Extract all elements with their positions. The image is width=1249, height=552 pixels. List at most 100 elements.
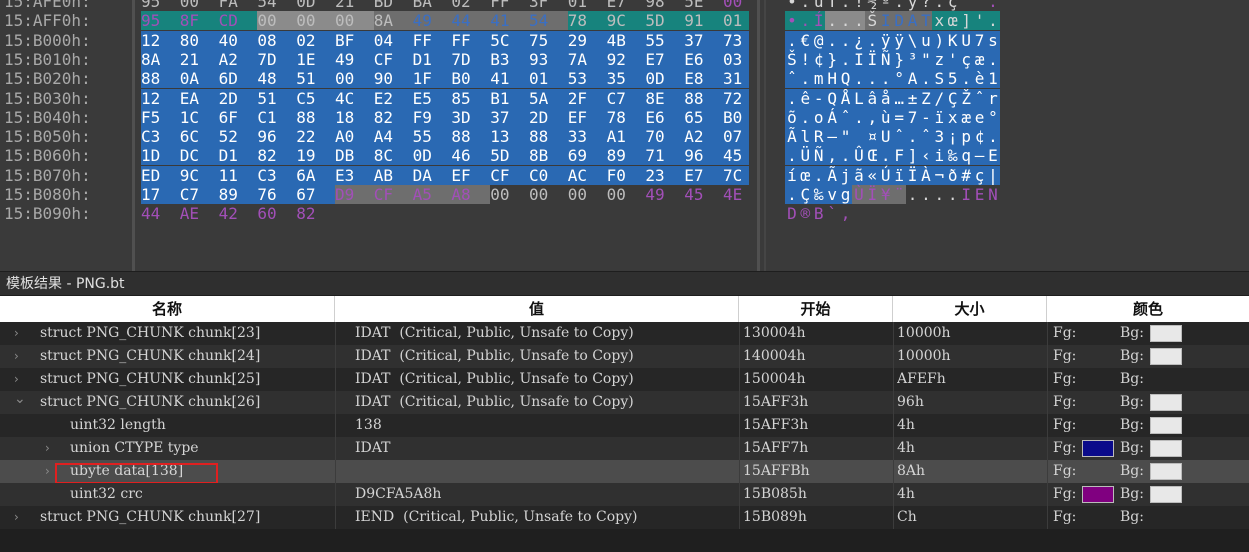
hex-byte[interactable]: 82 (257, 146, 297, 166)
hex-byte[interactable]: 17 (141, 185, 180, 204)
ascii-char[interactable]: Ï (865, 185, 880, 204)
ascii-char[interactable]: Š (865, 11, 880, 31)
hex-byte[interactable]: 90 (373, 69, 413, 89)
hex-byte[interactable]: 1D (141, 146, 180, 166)
hex-byte[interactable]: 8F (179, 11, 219, 31)
ascii-char[interactable]: . (785, 146, 799, 166)
ascii-char[interactable]: ç (972, 165, 987, 185)
hex-byte[interactable]: 3F (529, 0, 568, 11)
ascii-char[interactable]: - (811, 88, 826, 108)
ascii-char[interactable]: x (932, 11, 947, 31)
hex-byte[interactable]: 70 (645, 127, 685, 147)
hex-byte[interactable]: 1F (412, 69, 452, 89)
ascii-char[interactable]: ˜ (959, 0, 973, 11)
ascii-char[interactable]: « (865, 165, 880, 185)
hex-byte[interactable]: F5 (141, 107, 180, 127)
hex-byte[interactable]: 73 (723, 30, 749, 50)
ascii-char[interactable]: ° (986, 107, 1000, 127)
ascii-char[interactable]: ˆ (972, 88, 987, 108)
ascii-char[interactable]: Ú (878, 165, 893, 185)
ascii-char[interactable]: u (919, 30, 933, 50)
hex-byte[interactable]: 0D (296, 0, 335, 11)
ascii-char[interactable]: ê (798, 88, 813, 108)
ascii-char[interactable]: # (959, 165, 974, 185)
ascii-char[interactable]: ¤ (865, 127, 880, 147)
ascii-char[interactable]: ‹ (919, 146, 933, 166)
hex-byte[interactable]: 2D (218, 88, 258, 108)
hex-row[interactable]: 15:B000h: 12 80 40 08 02 BF 04 FF FF 5C 75 29 4B 55 37 7… (0, 30, 1249, 50)
table-row[interactable]: › struct PNG_CHUNK chunk[24] IDAT (Critica… (0, 345, 1249, 368)
ascii-char[interactable]: D (892, 11, 907, 31)
ascii-char[interactable]: Ù (852, 185, 866, 204)
hex-byte[interactable]: 45 (723, 146, 749, 166)
hex-byte[interactable]: FF (490, 0, 529, 11)
hex-byte[interactable]: 41 (490, 11, 530, 31)
ascii-char[interactable]: Ï (905, 165, 920, 185)
hex-byte[interactable]: 44 (141, 204, 180, 223)
ascii-char[interactable]: . (986, 0, 1000, 11)
hex-byte[interactable]: 00 (257, 11, 297, 31)
ascii-char[interactable]: ? (919, 0, 933, 11)
hex-byte[interactable]: 89 (218, 185, 258, 204)
ascii-char[interactable]: . (798, 69, 813, 89)
hex-byte[interactable]: 82 (296, 204, 335, 223)
ascii-char[interactable]: … (892, 88, 907, 108)
hex-byte[interactable]: E5 (412, 88, 452, 108)
ascii-char[interactable]: r (986, 88, 1000, 108)
hex-byte[interactable]: 5D (645, 11, 685, 31)
ascii-char[interactable]: ¡ (945, 127, 960, 147)
hex-byte[interactable]: D1 (218, 146, 258, 166)
hex-byte[interactable]: 0A (179, 69, 219, 89)
hex-byte[interactable]: DB (335, 146, 374, 166)
chevron-down-icon[interactable]: ⌄ (14, 388, 26, 411)
bg-color-swatch[interactable] (1150, 325, 1182, 342)
ascii-char[interactable]: E (973, 185, 987, 204)
hex-byte[interactable]: DC (179, 146, 219, 166)
ascii-char[interactable]: N (986, 185, 1000, 204)
ascii-char[interactable]: ¬ (932, 165, 947, 185)
hex-byte[interactable]: C1 (257, 107, 297, 127)
hex-byte[interactable]: C3 (257, 165, 297, 185)
hex-byte[interactable]: ED (141, 165, 180, 185)
hex-byte[interactable]: 78 (606, 107, 646, 127)
ascii-char[interactable]: . (865, 69, 880, 89)
ascii-char[interactable]: ð (945, 165, 960, 185)
hex-byte[interactable]: E7 (645, 49, 685, 69)
hex-byte[interactable]: 6A (296, 165, 336, 185)
ascii-char[interactable]: . (906, 185, 920, 204)
ascii-char[interactable]: . (838, 30, 853, 50)
hex-byte[interactable]: 75 (529, 30, 568, 50)
ascii-char[interactable]: Ž (959, 88, 974, 108)
ascii-char[interactable]: Û (852, 146, 866, 166)
ascii-char[interactable]: " (919, 49, 933, 69)
hex-byte[interactable]: F9 (412, 107, 452, 127)
hex-byte[interactable]: 21 (335, 0, 374, 11)
hex-byte[interactable]: 7D (257, 49, 297, 69)
ascii-char[interactable]: . (959, 69, 974, 89)
hex-byte[interactable]: 02 (296, 30, 336, 50)
ascii-char[interactable]: º (879, 0, 893, 11)
ascii-char[interactable]: ® (798, 204, 812, 223)
hex-byte[interactable]: 00 (723, 0, 749, 11)
hex-byte[interactable]: 4B (606, 30, 646, 50)
ascii-char[interactable]: œ (945, 11, 960, 31)
ascii-char[interactable]: ! (852, 0, 866, 11)
ascii-char[interactable]: ` (825, 204, 839, 223)
hex-byte[interactable]: 22 (296, 127, 336, 147)
ascii-char[interactable]: . (785, 185, 799, 204)
hex-row[interactable]: 15:B070h: ED 9C 11 C3 6A E3 AB DA EF CF C0 AC F0 23 E7 7… (0, 165, 1249, 185)
ascii-char[interactable]: ã (852, 165, 866, 185)
hex-byte[interactable]: 8B (529, 146, 568, 166)
hex-byte[interactable]: E6 (645, 107, 685, 127)
chevron-right-icon[interactable]: › (14, 322, 19, 345)
header-color[interactable]: 颜色 (1047, 296, 1249, 322)
hex-byte[interactable]: 96 (257, 127, 297, 147)
hex-byte[interactable]: 13 (490, 127, 530, 147)
hex-byte[interactable]: A2 (218, 49, 258, 69)
ascii-char[interactable]: ˆ (838, 107, 853, 127)
ascii-char[interactable]: U (959, 30, 974, 50)
ascii-char[interactable]: H (825, 69, 840, 89)
hex-byte[interactable]: 8A (141, 49, 180, 69)
ascii-char[interactable]: Ü (798, 146, 813, 166)
hex-row[interactable]: 15:B050h: C3 6C 52 96 22 A0 A4 55 88 13 88 33 A1 70 A2 0… (0, 127, 1249, 147)
